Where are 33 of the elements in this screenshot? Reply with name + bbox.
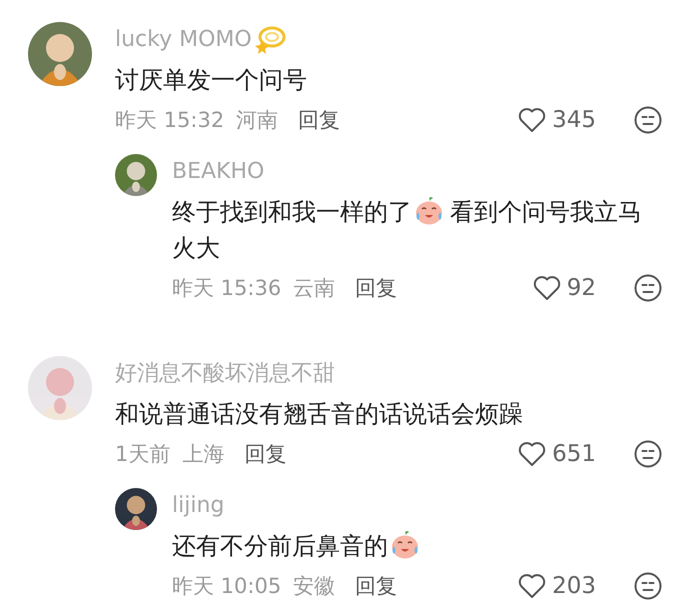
comment-location: 安徽 [293,573,336,600]
comment-text: 火大 [172,233,220,264]
dislike-face-icon[interactable] [634,440,662,468]
comment-time: 1天前 [115,441,170,468]
comment-text: 还有不分前后鼻音的 [172,531,388,562]
dislike-face-icon[interactable] [634,274,662,302]
like-button[interactable]: 92 [532,275,596,301]
heart-icon [518,573,546,599]
crying-face-icon [390,530,420,560]
heart-icon [518,441,546,467]
heart-icon [518,107,546,133]
comment-location: 河南 [236,107,278,134]
heart-icon [532,275,561,301]
dislike-face-icon[interactable] [634,572,662,600]
like-button[interactable]: 203 [518,573,596,599]
comment-text: 讨厌单发一个问号 [115,65,307,96]
comment-text: 终于找到和我一样的了 [172,197,412,228]
reply-link[interactable]: 回复 [355,274,398,302]
comment-time: 昨天 10:05 [172,573,282,600]
comment-location: 云南 [293,275,336,302]
reply-link[interactable]: 回复 [298,106,340,134]
comment-location: 上海 [182,441,224,468]
comment-time: 昨天 15:36 [172,275,282,302]
reply-link[interactable]: 回复 [355,572,398,600]
crying-face-icon [414,196,444,226]
reply-link[interactable]: 回复 [244,440,286,468]
dislike-face-icon[interactable] [634,106,662,134]
like-button[interactable]: 651 [518,441,596,467]
like-button[interactable]: 345 [518,107,596,133]
comment-text: 和说普通话没有翘舌音的话说话会烦躁 [115,399,523,430]
comment-text: 看到个问号我立马 [450,197,642,228]
comment-time: 昨天 15:32 [115,107,224,134]
swirl-star-icon [254,24,286,54]
